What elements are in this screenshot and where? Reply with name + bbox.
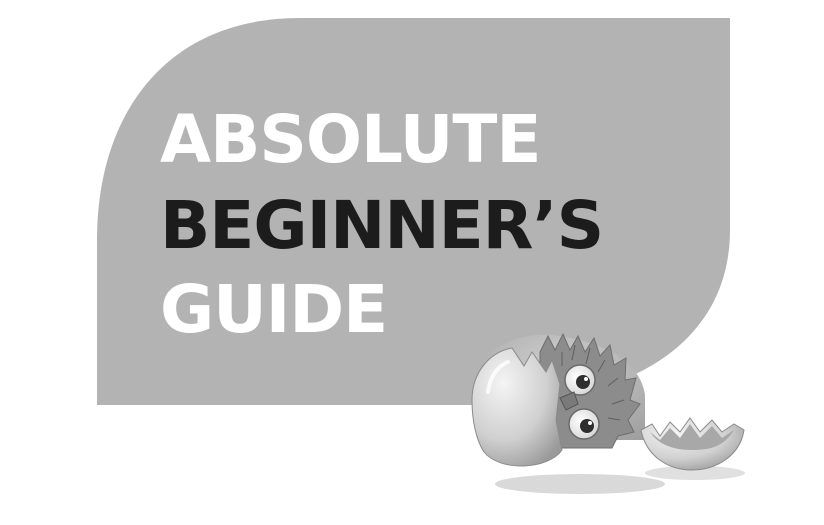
title-line-guide: GUIDE (160, 271, 388, 348)
title-line-absolute: ABSOLUTE (160, 101, 541, 178)
title-line-beginners: BEGINNER’S (160, 187, 604, 264)
eggshell-fragment-icon (640, 417, 745, 471)
